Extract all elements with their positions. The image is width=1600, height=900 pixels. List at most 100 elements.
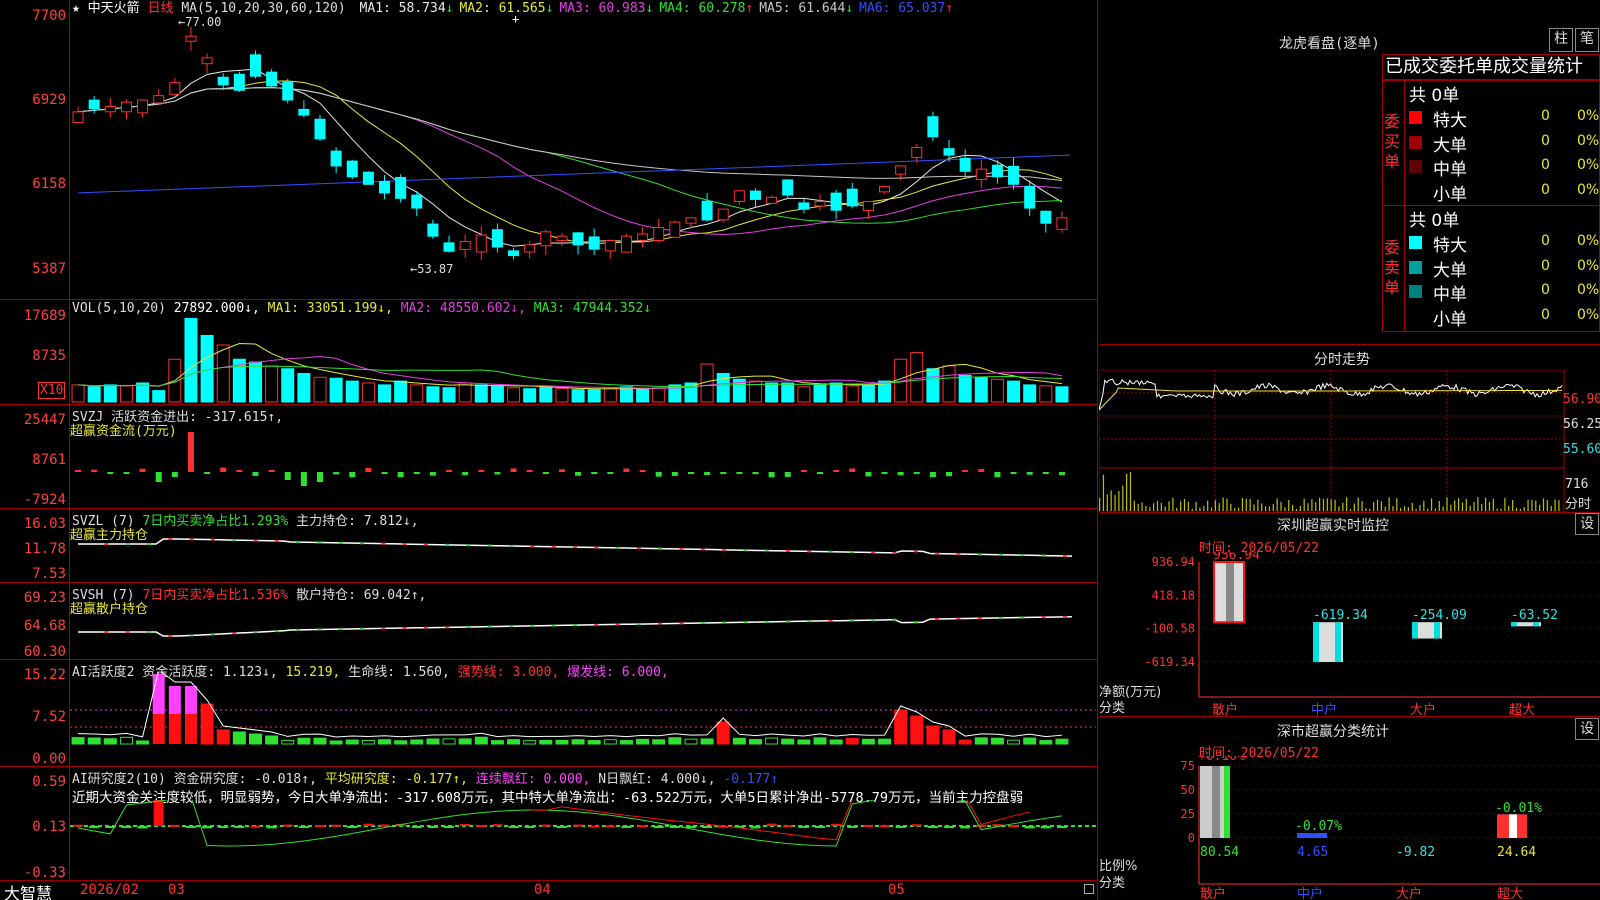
candle <box>637 233 649 241</box>
monitor-bar-chart[interactable]: 936.94 418.18 -100.58 -619.34 936.94 散户 -619.3… <box>1099 552 1600 716</box>
research-bar <box>282 824 293 827</box>
hold-tick <box>594 546 599 549</box>
active-bar <box>184 714 197 744</box>
hold-tick <box>594 623 599 626</box>
volume-bar <box>990 378 1004 403</box>
flow-bar <box>478 470 485 472</box>
intraday-vol-bar <box>1527 499 1529 511</box>
hold-tick <box>679 622 684 625</box>
volume-bar <box>507 387 521 403</box>
candle <box>766 196 778 204</box>
bar-mode-button[interactable]: 柱 <box>1549 28 1573 52</box>
research-bar <box>137 826 148 829</box>
intraday-vol-bar <box>1554 499 1556 511</box>
intraday-chart[interactable] <box>1099 370 1600 512</box>
intraday-vol-bar <box>1411 502 1413 511</box>
classify-settings-button[interactable]: 设 <box>1575 718 1599 740</box>
candle <box>217 76 229 86</box>
hold-tick <box>274 630 279 633</box>
classify-top-label: -0.07% <box>1295 819 1342 834</box>
intraday-vol-bar <box>1535 500 1537 511</box>
hold-tick <box>871 551 876 554</box>
volume-bar <box>942 365 956 403</box>
legend-swatch <box>1409 160 1422 173</box>
research-bar <box>524 826 535 828</box>
svzj-chart[interactable] <box>70 430 1096 508</box>
research-bar <box>460 823 471 826</box>
ai-active-chart[interactable] <box>70 672 1096 766</box>
volume-bar <box>652 387 666 403</box>
active-bar <box>1039 740 1053 745</box>
hold-tick <box>125 631 130 633</box>
lock-icon[interactable] <box>1084 884 1094 894</box>
hold-tick <box>892 618 897 621</box>
row-percent: 0% <box>1577 257 1600 274</box>
candle <box>733 190 745 202</box>
classify-header-bar <box>1099 716 1600 717</box>
hold-tick <box>530 545 535 548</box>
intraday-vol-bar <box>1319 497 1321 511</box>
flow-bar <box>107 472 114 474</box>
volume-bar <box>184 317 198 403</box>
intraday-vol-label: 分时 <box>1565 497 1592 512</box>
intraday-vol-bar <box>1207 500 1209 511</box>
hold-tick <box>509 625 514 628</box>
ai-research-chart[interactable] <box>70 800 1096 878</box>
intraday-vol-bar <box>1114 495 1116 511</box>
flow-bar <box>91 469 98 472</box>
intraday-vol-bar <box>1496 508 1498 511</box>
classify-bar-shade <box>1212 766 1220 838</box>
candle <box>379 180 391 194</box>
classify-value-label: 80.54 <box>1200 845 1239 860</box>
candle <box>330 150 342 167</box>
flow-bar <box>687 472 694 474</box>
app-logo[interactable]: 大智慧 <box>4 880 52 900</box>
active-bar <box>248 733 262 745</box>
flow-bar <box>865 472 872 477</box>
kline-chart[interactable] <box>70 16 1096 298</box>
monitor-y-tick: 936.94 <box>1152 555 1195 569</box>
active-bar <box>603 739 617 745</box>
intraday-vol-bar <box>1137 503 1139 511</box>
candle <box>556 235 568 242</box>
row-count: 0 <box>1541 157 1550 173</box>
svsh-chart[interactable] <box>70 610 1096 659</box>
active-bar <box>619 740 633 745</box>
research-bar <box>379 824 390 827</box>
order-stats-tab[interactable]: 已成交委托单成交量统计 <box>1382 54 1600 80</box>
intraday-vol-bar <box>1400 508 1402 511</box>
candle <box>346 160 358 178</box>
hold-tick <box>402 627 407 630</box>
svzl-chart[interactable] <box>70 535 1096 582</box>
active-bar <box>297 737 311 745</box>
active-bar <box>571 739 585 745</box>
research-bar <box>153 800 164 826</box>
classify-bar-chart[interactable]: 75 50 25 0 +0.10% 80.54 散户 -0.07% 4.65 中户 -9.82 大户 -… <box>1099 756 1600 900</box>
intraday-vol-bar <box>1234 508 1236 511</box>
monitor-settings-button[interactable]: 设 <box>1575 513 1599 535</box>
intraday-vol-bar <box>1384 506 1386 511</box>
research-bar <box>89 826 100 829</box>
left-chart-area[interactable]: ★ 中天火箭 日线 MA(5,10,20,30,60,120) MA1: 58.… <box>0 0 1098 900</box>
hold-tick <box>381 627 386 630</box>
research-bar <box>298 826 309 828</box>
tick-mode-button[interactable]: 笔 <box>1575 28 1599 52</box>
active-bar <box>910 715 924 745</box>
classify-bar-shade <box>1509 814 1517 838</box>
volume-chart[interactable] <box>70 316 1096 404</box>
ai-research-y-tick: 0.59 <box>32 774 66 790</box>
row-count: 0 <box>1541 108 1550 124</box>
volume-bar <box>458 382 472 403</box>
research-bar <box>927 826 938 829</box>
hold-tick <box>253 631 258 634</box>
hold-tick <box>338 628 343 631</box>
volume-bar <box>378 384 392 403</box>
hold-tick <box>999 616 1003 619</box>
buy-rows: 特大 0 0% 大单 0 0% 中单 0 0% 小单 0 0% <box>1409 106 1600 205</box>
row-percent: 0% <box>1577 132 1600 149</box>
intraday-vol-bar <box>1241 497 1244 511</box>
active-bar <box>87 737 101 745</box>
hold-tick <box>935 552 940 555</box>
research-bar <box>185 826 196 828</box>
hold-tick <box>1041 554 1046 557</box>
